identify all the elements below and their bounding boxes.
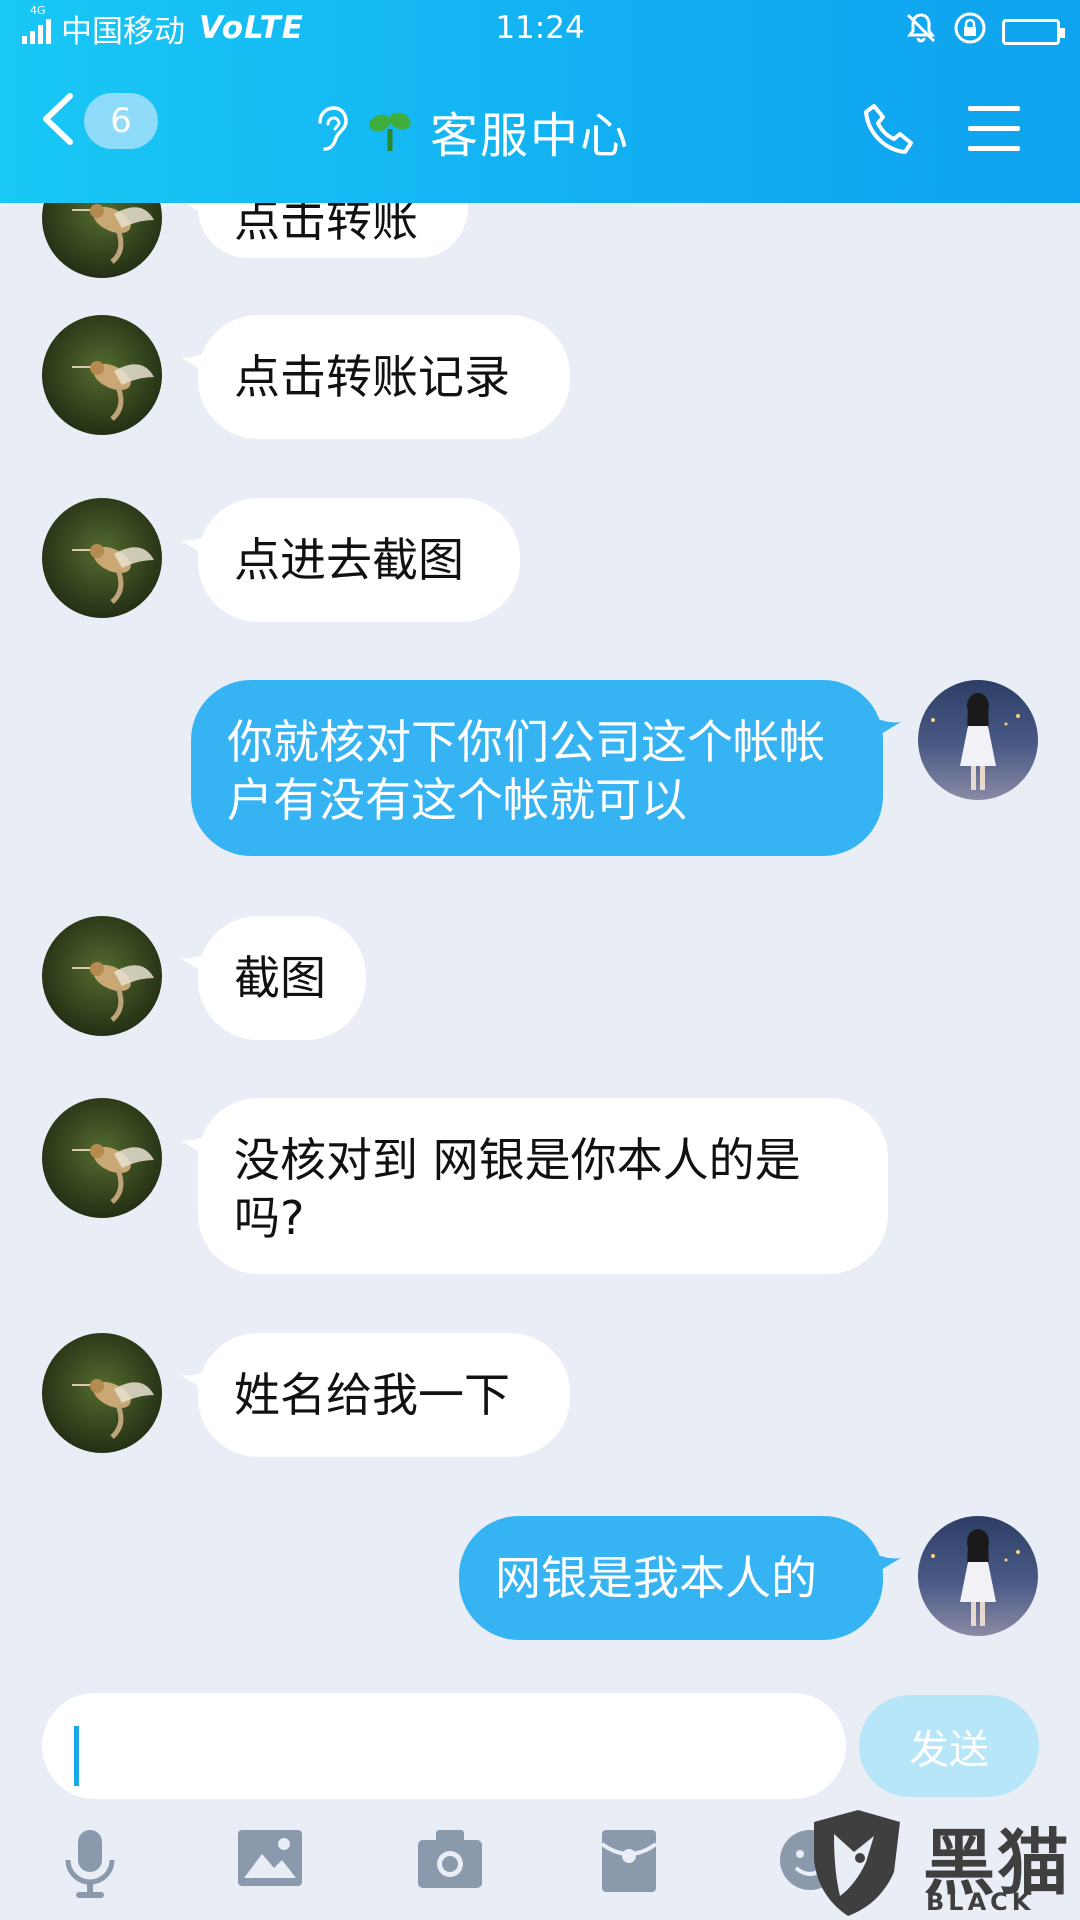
outgoing-message: 你就核对下你们公司这个帐帐户有没有这个帐就可以 xyxy=(0,680,1080,856)
message-input[interactable] xyxy=(42,1693,846,1799)
chat-header: 6 客服中心 xyxy=(0,56,1080,203)
phone-icon[interactable] xyxy=(860,102,916,162)
text-caret xyxy=(74,1726,79,1786)
agent-avatar[interactable] xyxy=(42,1098,162,1218)
agent-avatar[interactable] xyxy=(42,916,162,1036)
user-avatar[interactable] xyxy=(918,1516,1038,1636)
top-bar: 4G 中国移动 VoLTE 11:24 6 客服中心 xyxy=(0,0,1080,203)
message-bubble[interactable]: 你就核对下你们公司这个帐帐户有没有这个帐就可以 xyxy=(191,680,883,856)
message-bubble[interactable]: 点击转账 xyxy=(198,203,468,258)
rotation-lock-icon xyxy=(952,10,988,54)
watermark-subtext: BLACK CAT xyxy=(926,1888,1035,1920)
status-bar: 4G 中国移动 VoLTE 11:24 xyxy=(0,0,1080,56)
red-packet-icon[interactable] xyxy=(600,1828,658,1898)
ear-icon xyxy=(310,104,350,158)
incoming-message: 点击转账记录 xyxy=(0,315,1080,439)
message-bubble[interactable]: 点击转账记录 xyxy=(198,315,570,439)
message-bubble[interactable]: 截图 xyxy=(198,916,366,1040)
sprout-icon xyxy=(366,105,414,157)
send-button[interactable]: 发送 xyxy=(859,1695,1039,1797)
menu-icon[interactable] xyxy=(968,106,1020,166)
outgoing-message: 网银是我本人的 xyxy=(0,1516,1080,1640)
watermark: 黑猫 BLACK CAT xyxy=(800,1800,1080,1920)
battery-icon xyxy=(1002,19,1065,45)
black-cat-logo xyxy=(814,1810,900,1916)
incoming-message: 截图 xyxy=(0,916,1080,1040)
user-avatar[interactable] xyxy=(918,680,1038,800)
status-right xyxy=(904,10,1065,54)
agent-avatar[interactable] xyxy=(42,203,162,278)
message-bubble[interactable]: 没核对到 网银是你本人的是吗? xyxy=(198,1098,888,1274)
message-bubble[interactable]: 网银是我本人的 xyxy=(459,1516,883,1640)
page-title: 客服中心 xyxy=(430,108,631,164)
agent-avatar[interactable] xyxy=(42,315,162,435)
microphone-icon[interactable] xyxy=(62,1828,118,1904)
camera-icon[interactable] xyxy=(416,1828,484,1894)
incoming-message: 点击转账 xyxy=(0,203,1080,278)
incoming-message: 没核对到 网银是你本人的是吗? xyxy=(0,1098,1080,1274)
image-icon[interactable] xyxy=(236,1828,304,1892)
chevron-left-icon xyxy=(40,92,76,150)
chat-list[interactable]: 点击转账 点击转账记录 点进去截图 你就核对下你们公司这个帐帐户有没有这个帐就可… xyxy=(0,203,1080,1683)
title-area[interactable]: 客服中心 xyxy=(310,96,630,166)
input-bar: 发送 xyxy=(0,1683,1080,1799)
back-button[interactable]: 6 xyxy=(40,92,158,150)
agent-avatar[interactable] xyxy=(42,498,162,618)
agent-avatar[interactable] xyxy=(42,1333,162,1453)
message-bubble[interactable]: 点进去截图 xyxy=(198,498,520,622)
unread-count-badge: 6 xyxy=(84,93,158,149)
message-bubble[interactable]: 姓名给我一下 xyxy=(198,1333,570,1457)
mute-icon xyxy=(904,11,938,53)
incoming-message: 姓名给我一下 xyxy=(0,1333,1080,1457)
incoming-message: 点进去截图 xyxy=(0,498,1080,622)
